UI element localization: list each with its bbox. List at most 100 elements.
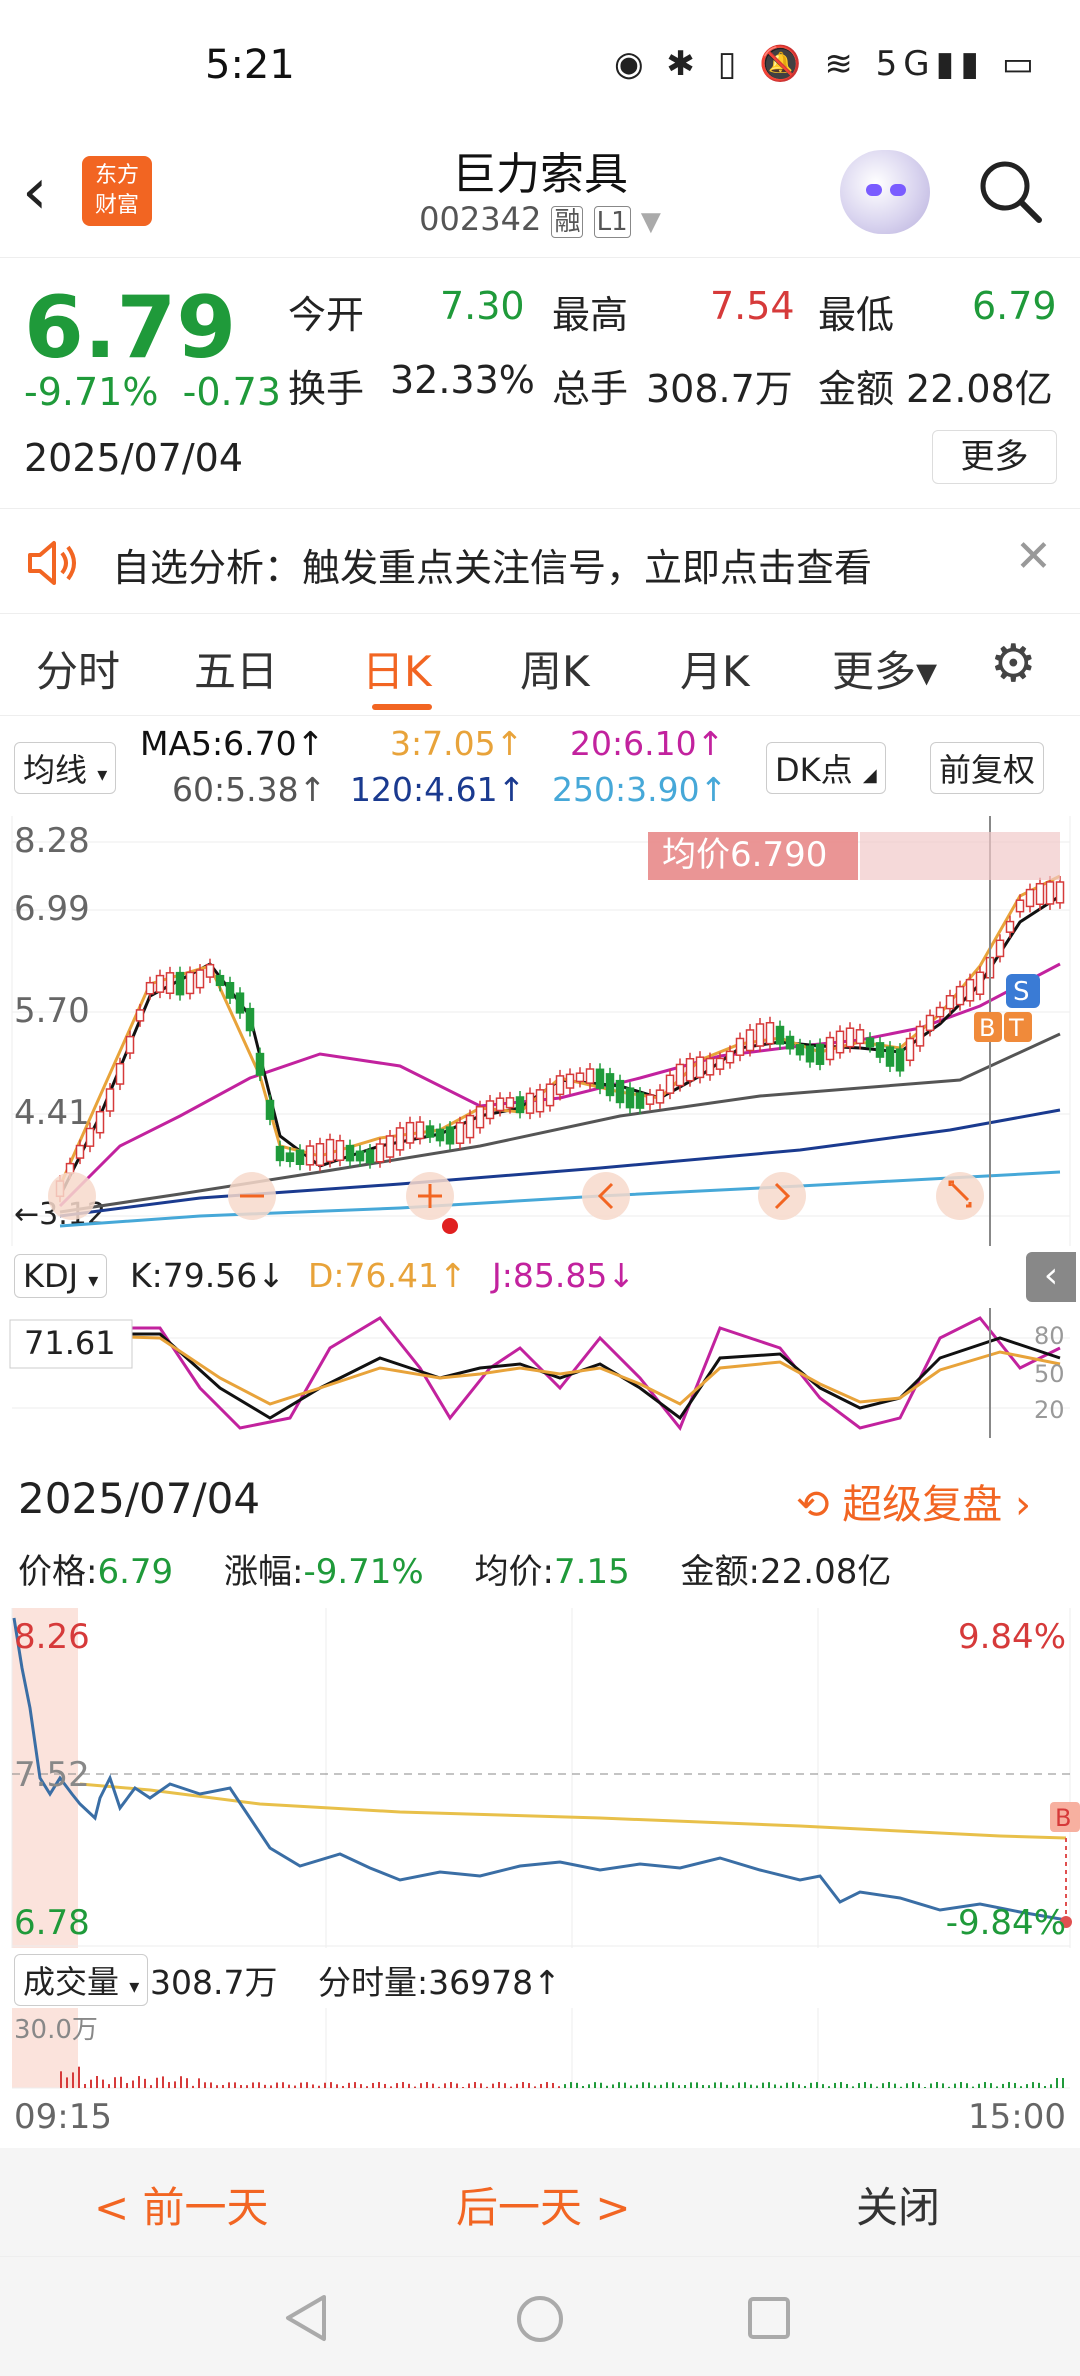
candle-body bbox=[1025, 888, 1035, 908]
volume-bar bbox=[714, 2082, 716, 2088]
tab-five-day[interactable]: 五日 bbox=[194, 638, 278, 699]
volume-bar bbox=[882, 2083, 884, 2088]
volume-bar bbox=[1062, 2078, 1064, 2088]
candle-body bbox=[235, 992, 245, 1014]
candle-body bbox=[1035, 882, 1045, 906]
candle-body bbox=[145, 981, 155, 995]
volume-bar bbox=[876, 2086, 878, 2088]
candle-body bbox=[975, 971, 985, 995]
candle-body bbox=[255, 1052, 265, 1076]
nav-home-icon[interactable] bbox=[514, 2293, 566, 2345]
candle-body bbox=[495, 1097, 505, 1112]
volume-bar bbox=[132, 2080, 134, 2088]
candle-body bbox=[855, 1029, 865, 1045]
volume-bar bbox=[264, 2084, 266, 2088]
candle-body bbox=[395, 1127, 405, 1151]
next-day-button[interactable]: 后一天 > bbox=[456, 2174, 631, 2235]
alert-banner[interactable]: 自选分析：触发重点关注信号，立即点击查看 ✕ bbox=[0, 508, 1080, 614]
volume-bar bbox=[174, 2081, 176, 2088]
candle-body bbox=[375, 1143, 385, 1163]
volume-bar bbox=[102, 2079, 104, 2088]
close-icon[interactable]: ✕ bbox=[1015, 531, 1052, 582]
tab-monthly-k[interactable]: 月K bbox=[680, 638, 750, 699]
candle-body bbox=[75, 1144, 85, 1159]
candle-body bbox=[995, 939, 1005, 958]
volume-bar bbox=[624, 2082, 626, 2088]
ma-dropdown[interactable]: 均线 ▾ bbox=[14, 742, 117, 794]
tab-daily-k[interactable]: 日K bbox=[362, 638, 432, 699]
nav-recents-icon[interactable] bbox=[746, 2295, 792, 2341]
volume-bar bbox=[606, 2085, 608, 2088]
tab-more[interactable]: 更多▾ bbox=[832, 638, 937, 699]
candle-body bbox=[95, 1110, 105, 1134]
collapse-panel-button[interactable]: ‹ bbox=[1026, 1252, 1076, 1302]
volume-bar bbox=[918, 2083, 920, 2088]
chart-controls[interactable] bbox=[48, 1172, 984, 1220]
volume-bar bbox=[690, 2082, 692, 2088]
candle-body bbox=[785, 1035, 795, 1050]
more-button[interactable]: 更多 bbox=[932, 430, 1057, 484]
prev-day-button[interactable]: < 前一天 bbox=[94, 2174, 269, 2235]
volume-bar bbox=[330, 2082, 332, 2088]
volume-bar bbox=[756, 2085, 758, 2088]
candle-body bbox=[565, 1073, 575, 1089]
candle-body bbox=[755, 1023, 765, 1047]
volume-bar bbox=[474, 2082, 476, 2088]
candle-body bbox=[515, 1096, 525, 1114]
candle-body bbox=[715, 1057, 725, 1070]
volume-bar bbox=[738, 2082, 740, 2088]
search-icon[interactable] bbox=[975, 156, 1045, 226]
volume-dropdown[interactable]: 成交量 ▾ bbox=[14, 1954, 149, 2006]
volume-bar bbox=[486, 2086, 488, 2088]
volume-bar bbox=[648, 2082, 650, 2088]
volume-bar bbox=[780, 2085, 782, 2088]
candle-body bbox=[705, 1057, 715, 1076]
candle-body bbox=[505, 1097, 515, 1109]
candle-body bbox=[165, 972, 175, 994]
intraday-high-pct: 9.84% bbox=[958, 1617, 1066, 1657]
volume-bar bbox=[402, 2082, 404, 2088]
speaker-icon bbox=[28, 541, 76, 585]
kdj-dropdown[interactable]: KDJ ▾ bbox=[14, 1254, 108, 1298]
volume-bar bbox=[930, 2083, 932, 2088]
volume-bar bbox=[948, 2086, 950, 2088]
kdj-level-20: 20 bbox=[1034, 1396, 1065, 1424]
volume-bar bbox=[990, 2083, 992, 2088]
volume-bar bbox=[378, 2082, 380, 2088]
volume-bar bbox=[636, 2084, 638, 2088]
dk-point-button[interactable]: DK点 ◢ bbox=[766, 742, 886, 794]
volume-value: 308.7万 bbox=[646, 367, 793, 411]
candle-body bbox=[795, 1044, 805, 1056]
volume-bar bbox=[618, 2082, 620, 2088]
robot-assistant-avatar[interactable] bbox=[840, 150, 930, 234]
candle-body bbox=[775, 1025, 785, 1045]
candle-body bbox=[355, 1150, 365, 1162]
super-replay-button[interactable]: ⟲ 超级复盘 › bbox=[796, 1472, 1031, 1530]
volume-bar bbox=[612, 2084, 614, 2088]
caret-down-icon: ▾ bbox=[129, 1974, 140, 1998]
candle-body bbox=[875, 1042, 885, 1058]
volume-bar bbox=[558, 2086, 560, 2088]
tab-fenshi[interactable]: 分时 bbox=[36, 638, 120, 699]
volume-dropdown-label: 成交量 bbox=[23, 1963, 120, 2001]
candle-body bbox=[425, 1125, 435, 1138]
gear-icon[interactable]: ⚙ bbox=[990, 638, 1037, 690]
kdj-j-value: J:85.85↓ bbox=[492, 1256, 635, 1295]
candle-body bbox=[385, 1135, 395, 1158]
volume-bar bbox=[294, 2085, 296, 2088]
intraday-chart[interactable]: B 8.26 7.52 6.78 9.84% -9.84% bbox=[0, 1608, 1080, 1948]
close-button[interactable]: 关闭 bbox=[856, 2174, 940, 2235]
detail-pct: -9.71% bbox=[303, 1552, 424, 1592]
volume-bar bbox=[120, 2076, 122, 2088]
status-icons: ◉ ✱ ▯ 🔕 ≋ 5G▮▮ ▭ bbox=[613, 44, 1040, 84]
volume-bar bbox=[798, 2084, 800, 2088]
nav-back-icon[interactable] bbox=[282, 2293, 330, 2343]
volume-bar bbox=[342, 2085, 344, 2088]
tab-weekly-k[interactable]: 周K bbox=[520, 638, 590, 699]
candle-body bbox=[335, 1139, 345, 1161]
fq-button[interactable]: 前复权 bbox=[930, 742, 1045, 794]
candle-body bbox=[1005, 920, 1015, 933]
kline-chart[interactable]: 8.28 6.99 5.70 4.41 ←3.12 均价6.790 S B T bbox=[0, 816, 1080, 1246]
candle-body bbox=[175, 971, 185, 996]
detail-price: 6.79 bbox=[97, 1552, 174, 1592]
